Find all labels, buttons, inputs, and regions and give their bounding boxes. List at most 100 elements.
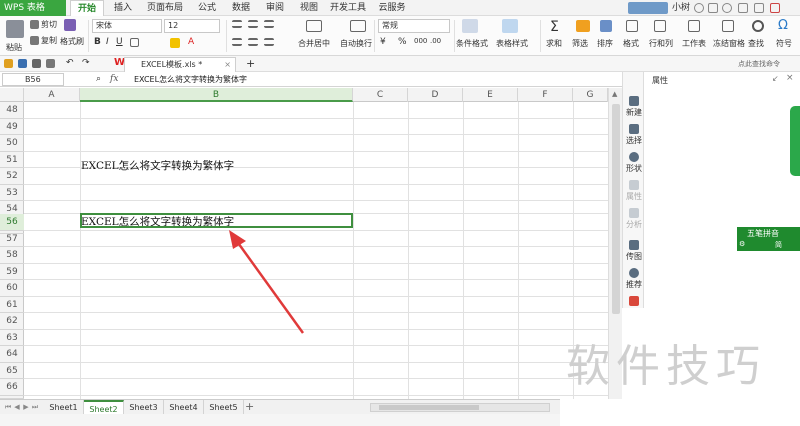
thousands-icon[interactable]: 000 <box>414 37 427 45</box>
tool-shape[interactable]: 形状 <box>623 152 645 174</box>
skin-icon[interactable] <box>708 3 718 13</box>
row-header[interactable]: 52 <box>0 168 24 185</box>
row-header[interactable]: 65 <box>0 363 24 379</box>
freeze-panes-button[interactable]: 冻结窗格 <box>713 38 745 49</box>
copy-icon[interactable] <box>30 36 39 45</box>
column-header[interactable]: B <box>80 88 353 102</box>
prev-sheet-icon[interactable]: ◀ <box>13 402 21 412</box>
bold-icon[interactable]: B <box>94 37 101 47</box>
tab-formulas[interactable]: 公式 <box>192 0 222 16</box>
wrap-text-button[interactable]: 自动换行 <box>340 38 372 49</box>
print-preview-icon[interactable] <box>46 59 55 68</box>
align-middle-icon[interactable] <box>248 20 258 28</box>
column-header[interactable]: D <box>408 88 463 102</box>
pin-icon[interactable]: ↙ <box>772 74 779 83</box>
column-header[interactable]: E <box>463 88 518 102</box>
sheet-tab[interactable]: Sheet1 <box>44 400 84 415</box>
column-header[interactable]: C <box>353 88 408 102</box>
filter-button[interactable]: 筛选 <box>572 38 588 49</box>
table-style-icon[interactable] <box>502 19 518 33</box>
print-icon[interactable] <box>32 59 41 68</box>
column-header[interactable]: A <box>24 88 80 102</box>
ime-key-icon[interactable]: ⚙ <box>739 240 745 248</box>
format-button[interactable]: 格式 <box>623 38 639 49</box>
row-header[interactable]: 49 <box>0 119 24 135</box>
row-column-icon[interactable] <box>654 20 666 32</box>
cut-button[interactable]: 剪切 <box>41 19 57 30</box>
tool-analysis[interactable]: 分析 <box>623 208 645 230</box>
command-search[interactable]: 点此查找命令 <box>738 59 780 69</box>
align-center-icon[interactable] <box>248 38 258 46</box>
align-top-icon[interactable] <box>232 20 242 28</box>
horizontal-scroll-thumb[interactable] <box>379 405 479 410</box>
zoom-icon[interactable]: ⌕ <box>96 74 101 84</box>
open-icon[interactable] <box>4 59 13 68</box>
table-style-button[interactable]: 表格样式 <box>496 38 528 49</box>
column-header[interactable]: G <box>573 88 608 102</box>
worksheet-button[interactable]: 工作表 <box>682 38 706 49</box>
sheet-tab[interactable]: Sheet4 <box>164 400 204 415</box>
row-header[interactable]: 64 <box>0 346 24 363</box>
row-header[interactable]: 53 <box>0 185 24 201</box>
tab-view[interactable]: 视图 <box>294 0 324 16</box>
merge-center-icon[interactable] <box>306 20 322 32</box>
first-sheet-icon[interactable]: ⏮ <box>4 402 12 412</box>
minimize-icon[interactable] <box>738 3 748 13</box>
font-name-select[interactable]: 宋体 <box>92 19 162 33</box>
fx-icon[interactable]: fx <box>110 72 118 87</box>
row-header[interactable]: 56 <box>0 214 24 231</box>
tool-select[interactable]: 选择 <box>623 124 645 146</box>
row-header[interactable]: 62 <box>0 313 24 330</box>
input-method-tray[interactable]: 五笔拼音 ⚙ 简 <box>737 227 800 251</box>
side-tab[interactable] <box>790 106 800 176</box>
symbol-icon[interactable]: Ω <box>778 18 788 33</box>
paste-label[interactable]: 粘贴 <box>6 42 22 53</box>
row-column-button[interactable]: 行和列 <box>649 38 673 49</box>
underline-icon[interactable]: U <box>116 37 123 47</box>
percent-icon[interactable]: % <box>398 37 407 47</box>
filter-icon[interactable] <box>576 20 590 32</box>
cell-b56[interactable]: EXCEL怎么将文字转换为繁体字 <box>81 214 234 229</box>
format-painter-button[interactable]: 格式刷 <box>60 36 84 47</box>
scroll-up-icon[interactable]: ▲ <box>612 90 617 98</box>
tool-properties[interactable]: 属性 <box>623 180 645 202</box>
row-header[interactable]: 66 <box>0 379 24 396</box>
new-tab-icon[interactable]: + <box>246 57 255 70</box>
properties-panel-title[interactable]: 属性 <box>652 75 668 86</box>
sum-icon[interactable]: Σ <box>550 19 559 35</box>
tab-cloud[interactable]: 云服务 <box>372 0 412 16</box>
italic-icon[interactable]: I <box>106 37 109 47</box>
last-sheet-icon[interactable]: ⏭ <box>31 402 39 412</box>
sort-button[interactable]: 排序 <box>597 38 613 49</box>
tab-insert[interactable]: 插入 <box>108 0 138 16</box>
wrap-text-icon[interactable] <box>350 20 366 32</box>
tab-home[interactable]: 开始 <box>70 0 104 16</box>
row-header[interactable]: 59 <box>0 264 24 280</box>
row-header[interactable]: 50 <box>0 135 24 152</box>
restore-icon[interactable] <box>754 3 764 13</box>
skin-thumbnail[interactable] <box>628 2 668 14</box>
copy-button[interactable]: 复制 <box>41 35 57 46</box>
decrease-decimal-icon[interactable]: .00 <box>430 37 441 45</box>
next-sheet-icon[interactable]: ▶ <box>22 402 30 412</box>
vertical-scroll-thumb[interactable] <box>612 104 620 314</box>
tab-review[interactable]: 审阅 <box>260 0 290 16</box>
sheet-tab[interactable]: Sheet5 <box>204 400 244 415</box>
select-all-corner[interactable] <box>0 88 24 102</box>
row-header[interactable]: 48 <box>0 102 24 119</box>
redo-icon[interactable]: ↷ <box>82 58 90 68</box>
row-header[interactable]: 51 <box>0 152 24 168</box>
save-icon[interactable] <box>18 59 27 68</box>
close-tab-icon[interactable]: × <box>224 58 231 72</box>
cell-b52[interactable]: EXCEL怎么将文字转换为繁体字 <box>81 158 234 173</box>
font-size-select[interactable]: 12 <box>164 19 220 33</box>
ime-mode[interactable]: 简 <box>775 240 782 250</box>
tool-new[interactable]: 新建 <box>623 96 645 118</box>
cell-grid[interactable]: EXCEL怎么将文字转换为繁体字 EXCEL怎么将文字转换为繁体字 <box>24 102 608 399</box>
row-header[interactable]: 61 <box>0 297 24 313</box>
tool-recommend[interactable]: 推荐 <box>623 268 645 290</box>
undo-icon[interactable]: ↶ <box>66 58 74 68</box>
formula-input[interactable]: EXCEL怎么将文字转换为繁体字 <box>134 72 247 87</box>
font-color-icon[interactable]: A <box>188 37 194 47</box>
row-header[interactable]: 60 <box>0 280 24 297</box>
